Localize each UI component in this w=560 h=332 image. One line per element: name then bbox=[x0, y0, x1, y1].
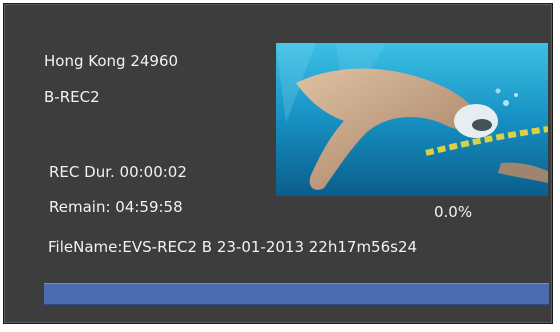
rec-duration-label: REC Dur. 00:00:02 bbox=[49, 163, 187, 181]
recording-progress-fill bbox=[44, 284, 549, 304]
recording-progress-bar bbox=[44, 283, 549, 305]
file-name-label: FileName:EVS-REC2 B 23-01-2013 22h17m56s… bbox=[48, 238, 418, 256]
progress-percent: 0.0% bbox=[434, 203, 473, 221]
swimmer-image bbox=[276, 43, 548, 196]
remain-label: Remain: 04:59:58 bbox=[49, 198, 183, 216]
channel-label: B-REC2 bbox=[44, 88, 100, 106]
location-label: Hong Kong 24960 bbox=[44, 52, 179, 70]
video-preview-thumbnail[interactable] bbox=[276, 43, 548, 196]
recorder-panel: Hong Kong 24960 B-REC2 REC Dur. 00:00:02… bbox=[3, 3, 553, 324]
